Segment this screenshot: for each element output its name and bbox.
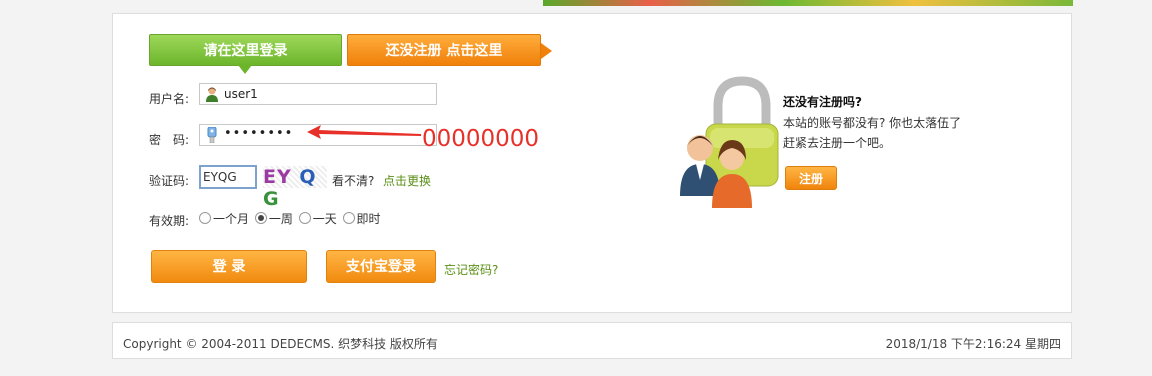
radio-month[interactable] — [199, 212, 211, 224]
register-button[interactable]: 注册 — [785, 166, 837, 190]
red-arrow-annotation — [307, 125, 421, 139]
copyright-text: Copyright © 2004-2011 DEDECMS. 织梦科技 版权所有 — [123, 337, 438, 351]
alipay-login-button[interactable]: 支付宝登录 — [326, 250, 436, 283]
option-week-label: 一周 — [268, 212, 293, 226]
captcha-label: 验证码: — [149, 174, 190, 188]
lock-users-icon — [680, 76, 779, 208]
radio-day[interactable] — [298, 212, 311, 224]
radio-instant[interactable] — [342, 212, 355, 224]
captcha-refresh-link[interactable]: 点击更换 — [383, 172, 431, 189]
side-title: 还没有注册吗? — [783, 95, 862, 109]
footer: Copyright © 2004-2011 DEDECMS. 织梦科技 版权所有… — [112, 322, 1072, 359]
side-line-1: 本站的账号都没有? 你也太落伍了 — [783, 116, 962, 130]
tab-register[interactable]: 还没注册 点击这里 — [347, 34, 552, 66]
key-icon — [207, 127, 217, 143]
captcha-hint: 看不清? — [332, 174, 375, 188]
user-icon — [206, 87, 218, 102]
username-input[interactable] — [224, 86, 424, 102]
username-label: 用户名: — [149, 92, 190, 106]
option-instant-label: 即时 — [356, 212, 381, 226]
captcha-char-1: EY — [263, 166, 292, 188]
password-input[interactable]: •••••••• — [224, 126, 293, 141]
username-field[interactable] — [199, 83, 437, 105]
password-annotation: 00000000 — [422, 126, 540, 152]
option-day-label: 一天 — [312, 212, 337, 226]
login-panel: 请在这里登录 还没注册 点击这里 用户名: 密 码: •••••••• 0000… — [112, 13, 1072, 313]
validity-options: 一个月 一周 一天 即时 — [197, 210, 381, 227]
tab-login[interactable]: 请在这里登录 — [149, 34, 342, 74]
captcha-char-3: G — [263, 188, 280, 210]
captcha-input[interactable]: EYQG — [199, 165, 257, 189]
password-label: 密 码: — [149, 133, 190, 147]
forgot-password-link[interactable]: 忘记密码? — [444, 261, 498, 278]
login-button[interactable]: 登 录 — [151, 250, 307, 283]
option-month-label: 一个月 — [213, 212, 250, 226]
side-line-2: 赶紧去注册一个吧。 — [783, 136, 892, 150]
top-banner — [543, 0, 1073, 6]
captcha-image[interactable]: EY Q G — [263, 166, 327, 210]
validity-label: 有效期: — [149, 214, 190, 228]
datetime-text: 2018/1/18 下午2:16:24 星期四 — [885, 337, 1061, 351]
radio-week[interactable] — [254, 212, 267, 224]
captcha-char-2: Q — [299, 166, 317, 188]
